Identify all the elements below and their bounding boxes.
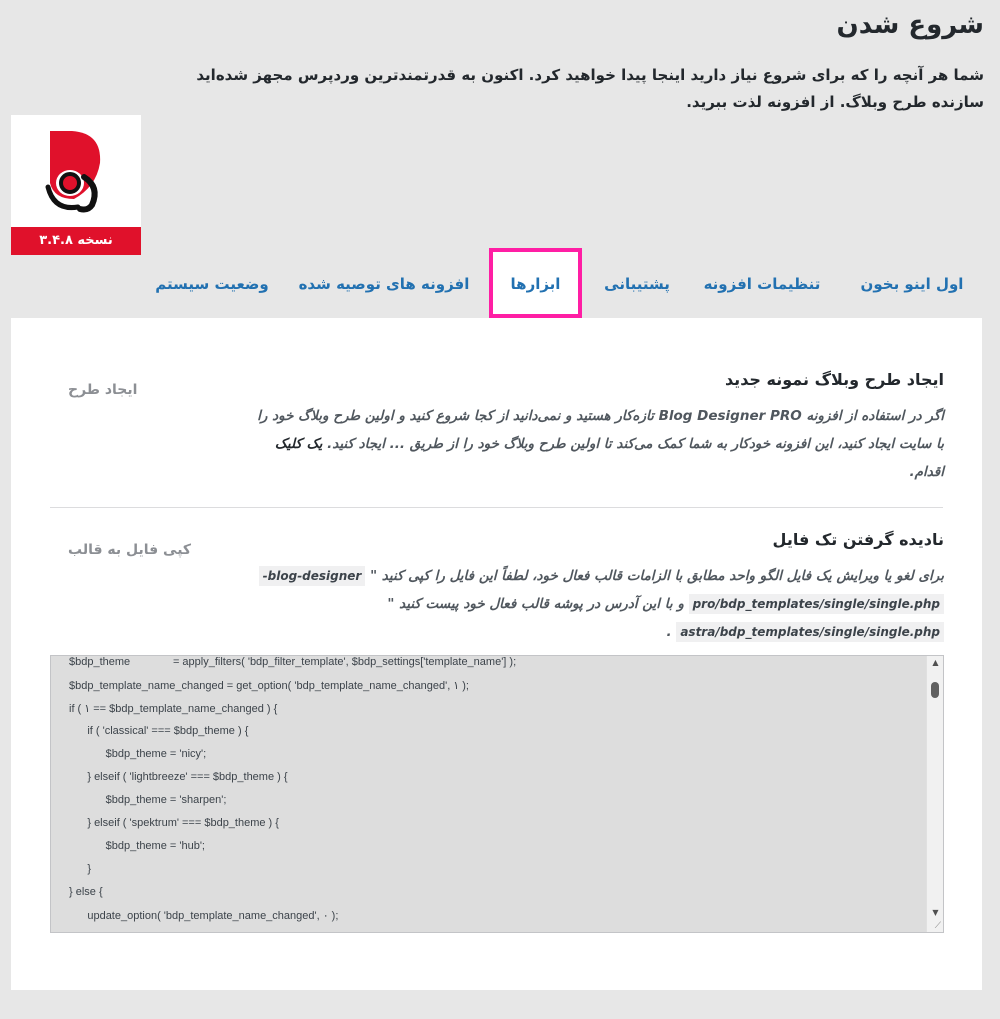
intro-strong: سازنده طرح وبلاگ — [845, 93, 984, 111]
scroll-up-arrow-icon[interactable]: ▲ — [927, 656, 943, 670]
theme-path-line: . astra/bdp_templates/single/single.php — [666, 618, 944, 646]
create-section-label: ایجاد طرح — [68, 382, 138, 398]
tab-recommended-plugins[interactable]: افزونه های توصیه شده — [289, 248, 479, 318]
plugin-logo-card: نسخه ۳.۴.۸ — [11, 115, 141, 255]
template-path-part-2: pro/bdp_templates/single/single.php — [688, 594, 944, 614]
create-desc-tail: اقدام. — [909, 464, 944, 480]
create-section-desc: اگر در استفاده از افزونه Blog Designer P… — [254, 402, 944, 486]
create-desc-text: اگر در استفاده از افزونه Blog Designer P… — [257, 408, 944, 452]
section-divider — [50, 507, 943, 508]
tools-panel: ایجاد طرح ایجاد طرح وبلاگ نمونه جدید اگر… — [11, 318, 982, 990]
resize-grip-icon[interactable]: ⟋ — [935, 921, 941, 931]
intro-main: شما هر آنچه را که برای شروع نیاز دارید ا… — [196, 66, 984, 84]
code-line: } — [69, 863, 92, 875]
tab-bar: اول اینو بخون تنظیمات افزونه پشتیبانی اب… — [11, 248, 982, 318]
template-path-part-1: blog-designer- — [258, 566, 366, 586]
tab-read-first[interactable]: اول اینو بخون — [842, 248, 982, 318]
create-section-title: ایجاد طرح وبلاگ نمونه جدید — [724, 370, 944, 389]
code-line: update_option( 'bdp_template_name_change… — [69, 910, 339, 922]
one-click-link[interactable]: یک کلیک — [275, 436, 323, 452]
code-line: } elseif ( 'spektrum' === $bdp_theme ) { — [69, 817, 279, 829]
page-title: شروع شدن — [836, 10, 985, 40]
code-line: if ( 'classical' === $bdp_theme ) { — [69, 725, 249, 737]
code-line: } else { — [69, 886, 103, 898]
intro-tail: . از افزونه لذت ببرید. — [686, 93, 846, 111]
code-line: $bdp_template_name_changed = get_option(… — [69, 680, 469, 692]
path-note: " و با این آدرس در پوشه قالب فعال خود پی… — [387, 596, 684, 612]
scroll-down-arrow-icon[interactable]: ▼ — [927, 906, 943, 920]
copy-section-label: کپی فایل به قالب — [68, 542, 192, 558]
theme-path: astra/bdp_templates/single/single.php — [676, 622, 944, 642]
intro-text: شما هر آنچه را که برای شروع نیاز دارید ا… — [184, 62, 984, 116]
code-line: if ( ۱ == $bdp_template_name_changed ) { — [69, 703, 278, 715]
code-line: $bdp_theme = 'sharpen'; — [69, 794, 227, 806]
code-line: $bdp_theme = 'hub'; — [69, 840, 205, 852]
code-line: $bdp_theme = apply_filters( 'bdp_filter_… — [69, 656, 517, 668]
code-line: } elseif ( 'lightbreeze' === $bdp_theme … — [69, 771, 288, 783]
path-end-dot: . — [666, 624, 672, 640]
tab-support[interactable]: پشتیبانی — [592, 248, 682, 318]
tab-system-status[interactable]: وضعیت سیستم — [142, 248, 282, 318]
tab-plugin-settings[interactable]: تنظیمات افزونه — [692, 248, 832, 318]
scroll-thumb[interactable] — [931, 682, 939, 698]
tab-tools[interactable]: ابزارها — [489, 248, 582, 318]
copy-desc-text: برای لغو یا ویرایش یک فایل الگو واحد مطا… — [370, 568, 944, 584]
code-line: $bdp_theme = 'nicy'; — [69, 748, 207, 760]
copy-section-desc: برای لغو یا ویرایش یک فایل الگو واحد مطا… — [254, 562, 944, 590]
code-textarea[interactable]: $bdp_theme = apply_filters( 'bdp_filter_… — [50, 655, 944, 933]
code-scrollbar[interactable]: ▲ ▼ — [926, 656, 943, 932]
blog-designer-logo-icon — [45, 131, 101, 213]
template-path-line: " و با این آدرس در پوشه قالب فعال خود پی… — [387, 590, 944, 618]
copy-section-title: نادیده گرفتن تک فایل — [772, 530, 944, 549]
